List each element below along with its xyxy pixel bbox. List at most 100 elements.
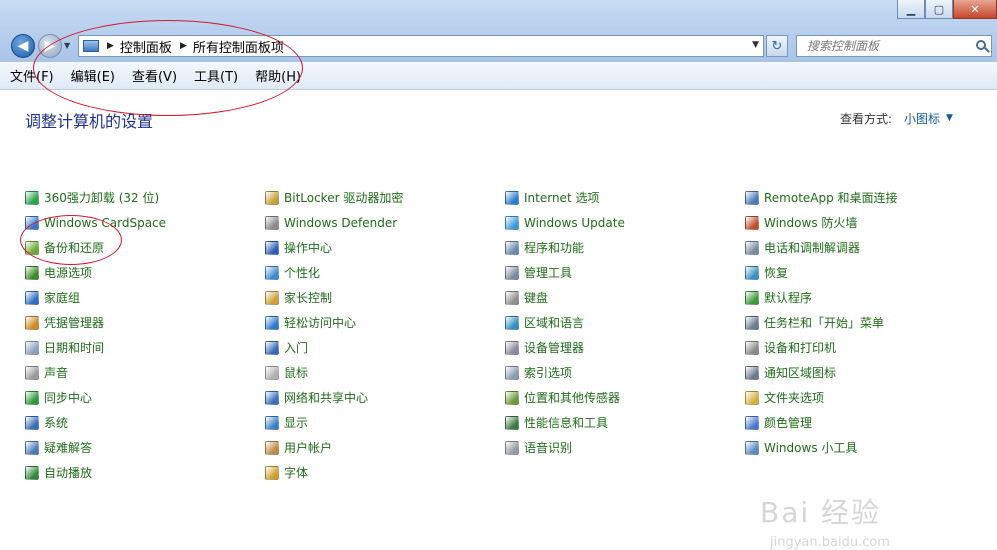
control-panel-item[interactable]: 恢复 (745, 260, 898, 285)
view-by-dropdown[interactable]: 小图标 (904, 110, 940, 127)
control-panel-item-label: 电话和调制解调器 (764, 241, 861, 255)
control-panel-item-label: 语音识别 (524, 441, 573, 455)
index-icon (505, 365, 519, 380)
defender-icon (265, 215, 279, 230)
control-panel-item[interactable]: 通知区域图标 (745, 360, 898, 385)
control-panel-item[interactable]: 备份和还原 (25, 235, 166, 260)
control-panel-item-label: 用户帐户 (284, 441, 333, 455)
control-panel-item-label: 恢复 (764, 266, 789, 280)
back-button[interactable]: ◀ (11, 34, 35, 58)
search-input[interactable] (805, 38, 979, 54)
control-panel-item[interactable]: 360强力卸载 (32 位) (25, 185, 166, 210)
control-panel-item-label: Internet 选项 (524, 191, 600, 205)
control-panel-item[interactable]: 设备管理器 (505, 335, 625, 360)
autoplay-icon (25, 465, 39, 480)
window-controls: ▁ ▢ ✕ (897, 0, 997, 20)
control-panel-item[interactable]: 声音 (25, 360, 166, 385)
control-panel-item[interactable]: Windows 小工具 (745, 435, 898, 460)
gadgets-icon (745, 440, 759, 455)
control-panel-item[interactable]: 个性化 (265, 260, 403, 285)
control-panel-item[interactable]: 设备和打印机 (745, 335, 898, 360)
control-panel-item[interactable]: 显示 (265, 410, 403, 435)
address-bar[interactable]: ▶ 控制面板 ▶ 所有控制面板项 ▼ (78, 35, 764, 57)
control-panel-item[interactable]: 系统 (25, 410, 166, 435)
control-panel-item[interactable]: 用户帐户 (265, 435, 403, 460)
forward-button[interactable]: ▶ (38, 34, 62, 58)
control-panel-item[interactable]: 凭据管理器 (25, 310, 166, 335)
control-panel-item[interactable]: Internet 选项 (505, 185, 625, 210)
control-panel-item-label: 轻松访问中心 (284, 316, 357, 330)
recent-pages-dropdown[interactable]: ▼ (64, 41, 70, 50)
minimize-button[interactable]: ▁ (897, 0, 925, 19)
control-panel-item[interactable]: 电源选项 (25, 260, 166, 285)
menu-edit[interactable]: 编辑(E) (71, 64, 115, 87)
control-panel-item[interactable]: 操作中心 (265, 235, 403, 260)
maximize-button[interactable]: ▢ (925, 0, 953, 19)
control-panel-item[interactable]: 位置和其他传感器 (505, 385, 625, 410)
control-panel-item[interactable]: 鼠标 (265, 360, 403, 385)
control-panel-item[interactable]: Windows 防火墙 (745, 210, 898, 235)
control-panel-item[interactable]: 索引选项 (505, 360, 625, 385)
control-panel-item-label: 程序和功能 (524, 241, 585, 255)
breadcrumb-control-panel[interactable]: 控制面板 (120, 37, 172, 56)
ease-access-icon (265, 315, 279, 330)
control-panel-item[interactable]: Windows Update (505, 210, 625, 235)
control-panel-item[interactable]: 疑难解答 (25, 435, 166, 460)
control-panel-item[interactable]: 字体 (265, 460, 403, 485)
control-panel-item-label: 键盘 (524, 291, 549, 305)
control-panel-item[interactable]: 管理工具 (505, 260, 625, 285)
control-panel-item[interactable]: RemoteApp 和桌面连接 (745, 185, 898, 210)
control-panel-item[interactable]: 入门 (265, 335, 403, 360)
breadcrumb-separator-icon[interactable]: ▶ (180, 41, 187, 51)
search-icon[interactable] (976, 40, 986, 50)
control-panel-item-label: Windows 小工具 (764, 441, 858, 455)
sensor-icon (505, 390, 519, 405)
color-management-icon (745, 415, 759, 430)
menu-tools[interactable]: 工具(T) (194, 64, 238, 87)
control-panel-item[interactable]: 日期和时间 (25, 335, 166, 360)
control-panel-item[interactable]: Windows Defender (265, 210, 403, 235)
search-box[interactable] (796, 35, 992, 57)
control-panel-item[interactable]: 自动播放 (25, 460, 166, 485)
control-panel-item-label: 电源选项 (44, 266, 93, 280)
control-panel-item[interactable]: 默认程序 (745, 285, 898, 310)
control-panel-item-label: RemoteApp 和桌面连接 (764, 191, 898, 205)
control-panel-item[interactable]: 性能信息和工具 (505, 410, 625, 435)
menu-file[interactable]: 文件(F) (10, 64, 54, 87)
backup-icon (25, 240, 39, 255)
control-panel-item[interactable]: Windows CardSpace (25, 210, 166, 235)
control-panel-item[interactable]: 家长控制 (265, 285, 403, 310)
control-panel-item[interactable]: 网络和共享中心 (265, 385, 403, 410)
items-column-3: Internet 选项 Windows Update 程序和功能管理工具键盘区域和语… (505, 185, 625, 460)
control-panel-item[interactable]: 区域和语言 (505, 310, 625, 335)
control-panel-item[interactable]: 电话和调制解调器 (745, 235, 898, 260)
control-panel-item[interactable]: 轻松访问中心 (265, 310, 403, 335)
view-by-arrow-icon[interactable]: ▼ (946, 113, 953, 123)
printer-icon (745, 340, 759, 355)
title-bar: ▁ ▢ ✕ (0, 0, 997, 30)
control-panel-item[interactable]: 程序和功能 (505, 235, 625, 260)
menu-help[interactable]: 帮助(H) (255, 64, 301, 87)
control-panel-item[interactable]: 语音识别 (505, 435, 625, 460)
control-panel-item[interactable]: 任务栏和「开始」菜单 (745, 310, 898, 335)
control-panel-item-label: 声音 (44, 366, 69, 380)
device-manager-icon (505, 340, 519, 355)
control-panel-item[interactable]: 颜色管理 (745, 410, 898, 435)
control-panel-item[interactable]: 同步中心 (25, 385, 166, 410)
folder-icon (745, 390, 759, 405)
control-panel-item[interactable]: 文件夹选项 (745, 385, 898, 410)
control-panel-item[interactable]: BitLocker 驱动器加密 (265, 185, 403, 210)
address-dropdown-icon[interactable]: ▼ (752, 40, 759, 50)
control-panel-item-label: 操作中心 (284, 241, 333, 255)
breadcrumb-all-items[interactable]: 所有控制面板项 (193, 37, 284, 56)
control-panel-item[interactable]: 键盘 (505, 285, 625, 310)
control-panel-item-label: 家庭组 (44, 291, 81, 305)
system-icon (25, 415, 39, 430)
control-panel-item[interactable]: 家庭组 (25, 285, 166, 310)
refresh-button[interactable]: ↻ (766, 35, 788, 57)
menu-view[interactable]: 查看(V) (132, 64, 177, 87)
taskbar-icon (745, 315, 759, 330)
breadcrumb-separator-icon[interactable]: ▶ (107, 41, 114, 51)
speaker-icon (25, 365, 39, 380)
close-button[interactable]: ✕ (953, 0, 997, 19)
